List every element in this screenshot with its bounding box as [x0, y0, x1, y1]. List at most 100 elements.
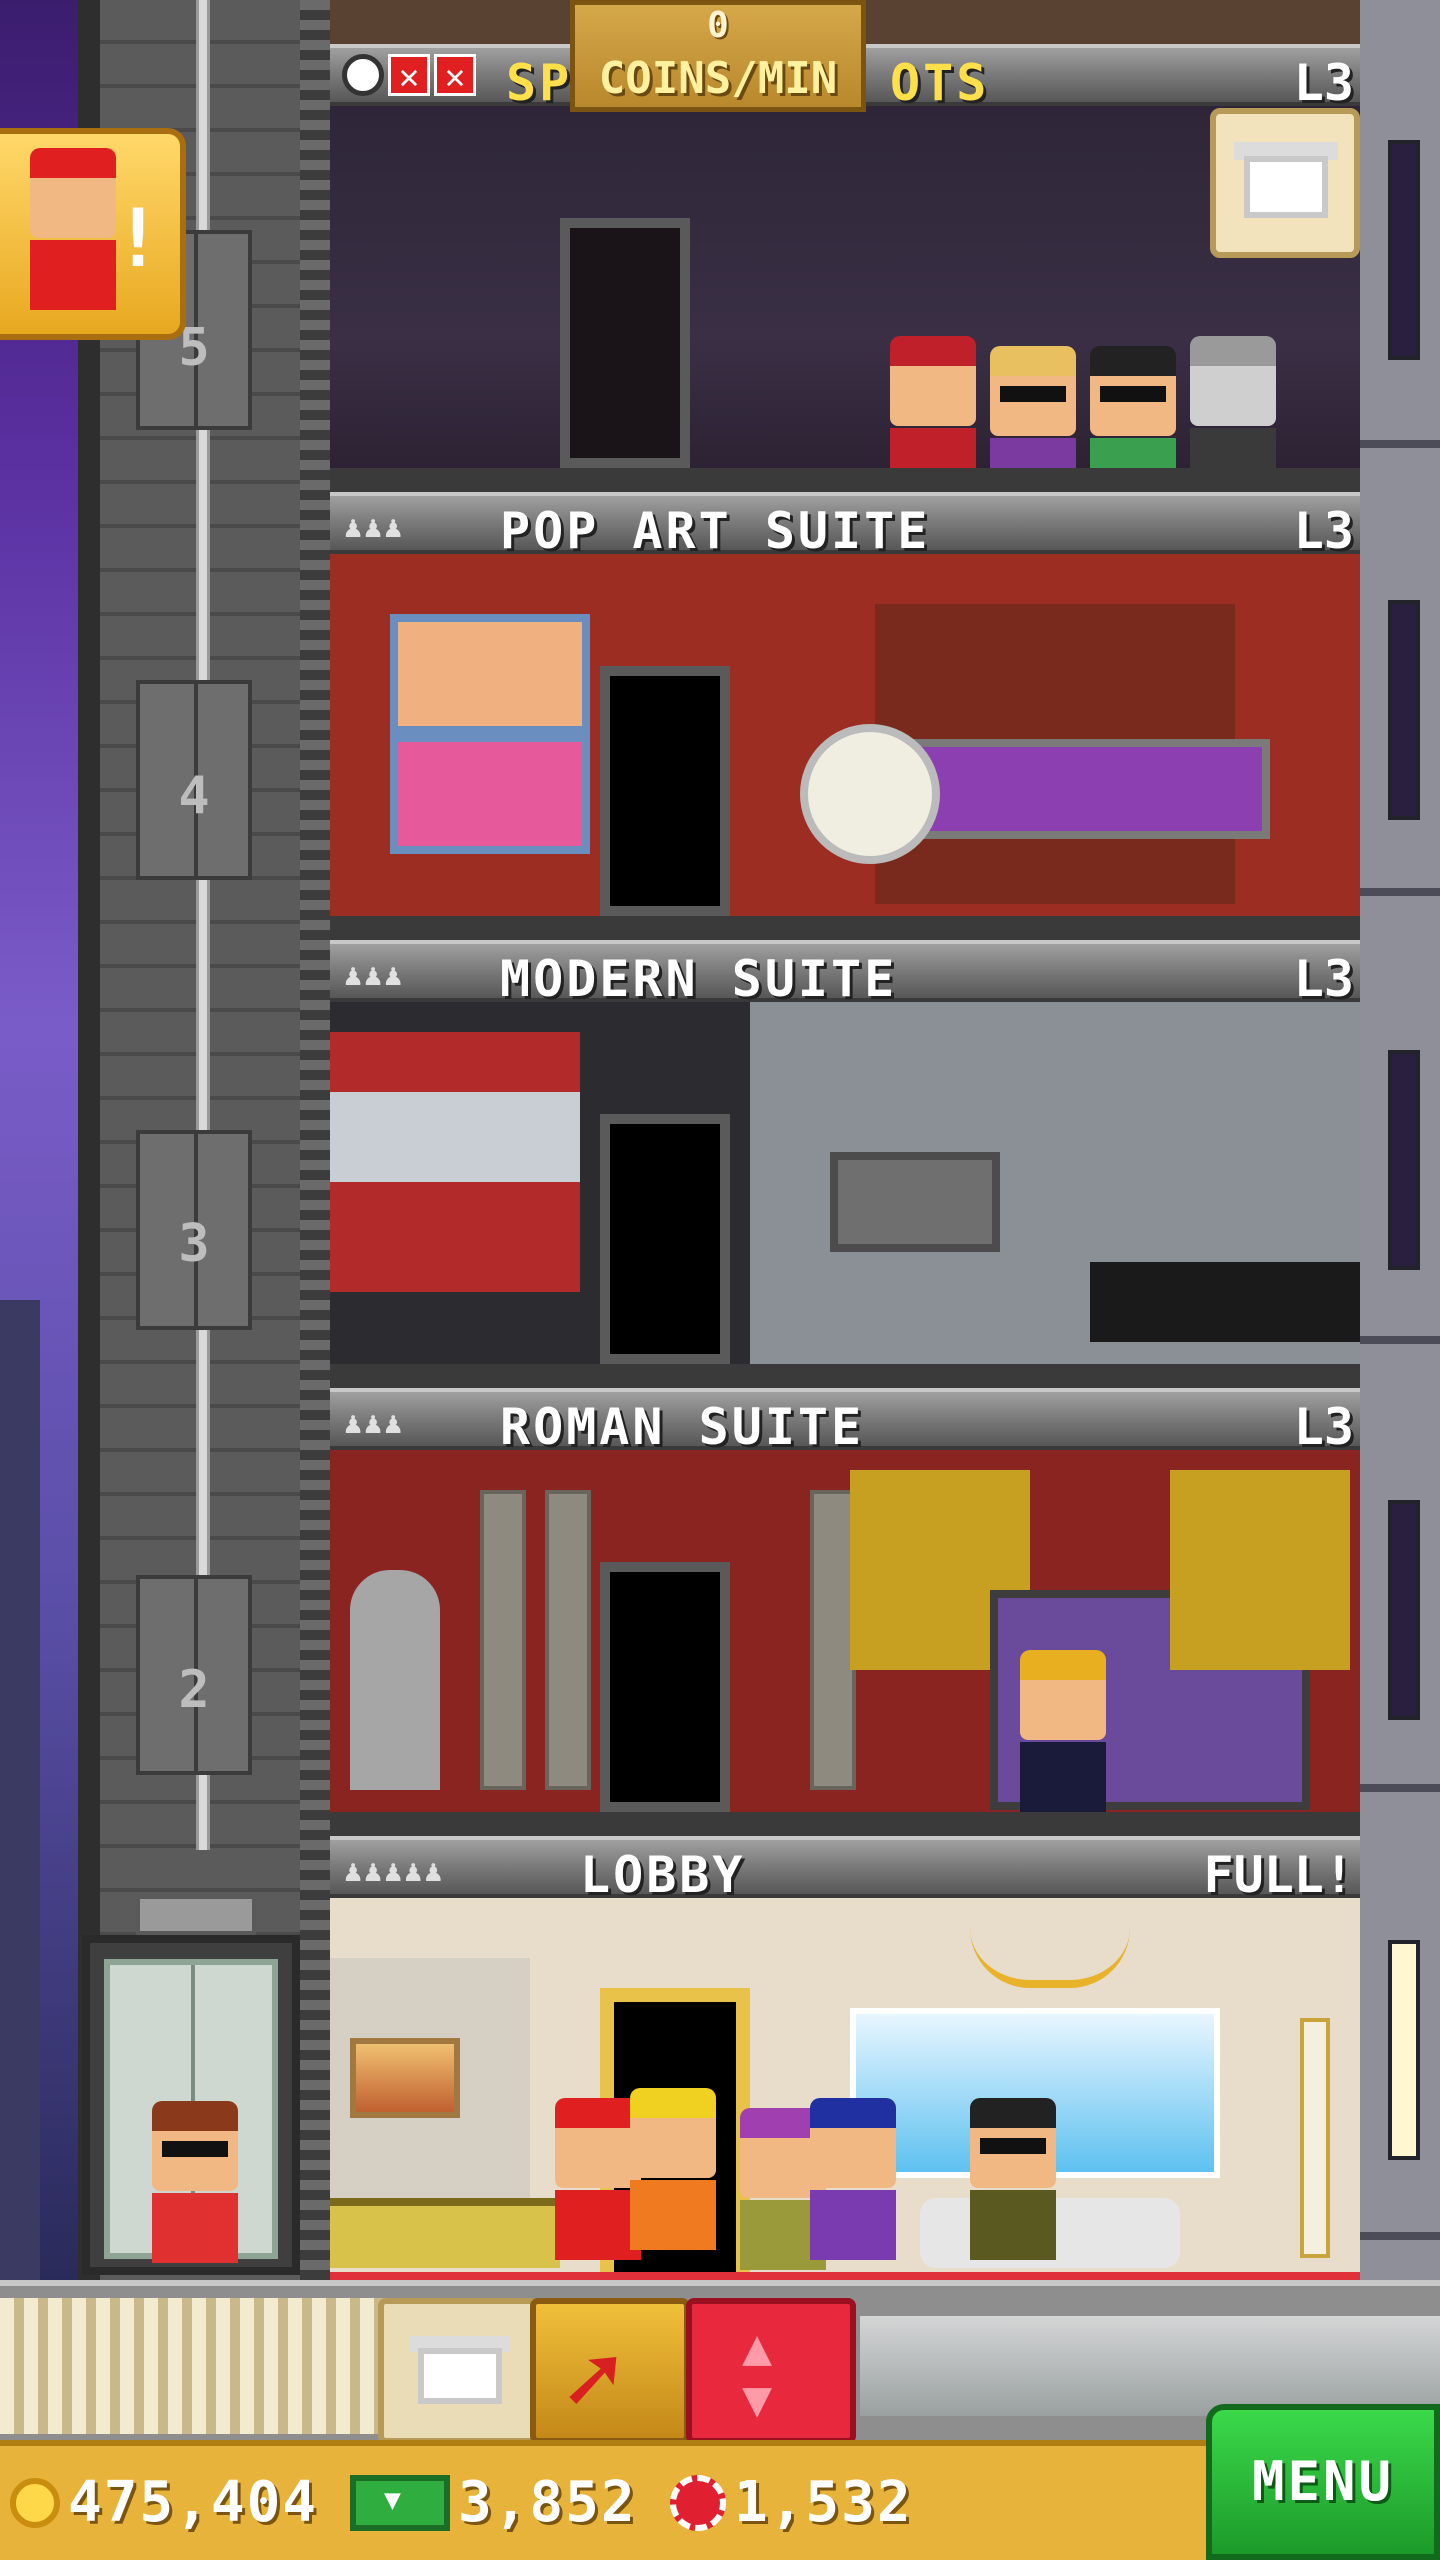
bellhop[interactable]: [555, 2098, 641, 2260]
visitor[interactable]: [630, 2088, 716, 2250]
floor-title-tail: OTS: [890, 54, 990, 112]
guest[interactable]: [1020, 1650, 1106, 1812]
side-window: [1388, 600, 1420, 820]
reception-desk: [330, 2198, 560, 2268]
floor-title: MODERN SUITE: [500, 950, 898, 1008]
x-icon: ✕: [388, 54, 430, 97]
side-window: [1388, 1050, 1420, 1270]
scroll-to-top-button[interactable]: ➚: [530, 2298, 690, 2444]
floor-room[interactable]: [330, 106, 1360, 492]
occupant-icons: ♟♟♟♟♟: [344, 1854, 445, 1889]
crate-icon: [418, 2348, 502, 2404]
bed: [1090, 1262, 1360, 1342]
floor-header: ♟♟♟ POP ART SUITE L3: [330, 492, 1360, 560]
floor-room[interactable]: [330, 1450, 1360, 1836]
room-door: [560, 218, 690, 468]
pop-art-portrait: [390, 734, 590, 854]
floor-level: L3: [1293, 54, 1354, 112]
elevator-car[interactable]: [82, 1935, 300, 2275]
floor-level: L3: [1293, 502, 1354, 560]
chips-stat[interactable]: 1,532: [670, 2470, 913, 2535]
sunset-picture: [350, 2038, 460, 2118]
coins-per-minute-count: 0: [707, 5, 729, 46]
floor-room[interactable]: [330, 1898, 1360, 2284]
room-door: [600, 666, 730, 916]
room-door: [600, 1114, 730, 1364]
floor-lobby[interactable]: ♟♟♟♟♟ LOBBY FULL!: [330, 1836, 1360, 2284]
floor-header: ♟♟♟♟♟ LOBBY FULL!: [330, 1836, 1360, 1904]
bux-value: 3,852: [458, 2470, 637, 2535]
room-door: [600, 1562, 730, 1812]
room-floor: [330, 468, 1360, 492]
glass-panel: [330, 1092, 580, 1182]
tower-bux-icon: [350, 2474, 450, 2531]
column: [480, 1490, 526, 1790]
chevron-up-icon: ▲: [742, 2318, 773, 2376]
elevator-control-button[interactable]: ▲ ▼: [686, 2298, 856, 2444]
occupant-icons: ♟♟♟: [344, 958, 405, 993]
x-icon: ✕: [434, 54, 476, 97]
floor-pop-art-suite[interactable]: ♟♟♟ POP ART SUITE L3: [330, 492, 1360, 940]
occupant-icons: ♟♟♟: [344, 510, 405, 545]
toolbar-ribbed-panel: [0, 2298, 390, 2434]
shaft-floor-number-4: 4: [178, 766, 210, 826]
chandelier: [970, 1918, 1130, 1988]
visitor[interactable]: [970, 2098, 1056, 2260]
occupant-icons: ♟♟♟: [344, 1406, 405, 1441]
background-building: [0, 1300, 40, 2280]
bellhop-icon: [30, 148, 116, 310]
floor-level: L3: [1293, 950, 1354, 1008]
pop-art-portrait: [390, 614, 590, 734]
red-arrow-icon: ➚: [564, 2324, 622, 2436]
coin-icon: [10, 2477, 60, 2528]
room-floor: [330, 1812, 1360, 1836]
floor-header: ♟♟♟ MODERN SUITE L3: [330, 940, 1360, 1008]
column: [545, 1490, 591, 1790]
floor-title: SP: [506, 54, 573, 112]
floor-modern-suite[interactable]: ♟♟♟ MODERN SUITE L3: [330, 940, 1360, 1388]
shaft-floor-number-2: 2: [178, 1660, 210, 1720]
marble-statue: [350, 1570, 440, 1790]
elevator-passenger[interactable]: [152, 2101, 238, 2263]
egg-chair: [800, 724, 940, 864]
coins-value: 475,404: [68, 2470, 319, 2535]
bux-stat[interactable]: 3,852: [350, 2470, 637, 2535]
side-window: [1388, 140, 1420, 360]
visitor[interactable]: [810, 2098, 896, 2260]
toolbar-rail: [860, 2316, 1440, 2416]
side-window: [1388, 1500, 1420, 1720]
floor-header: ♟♟♟ ROMAN SUITE L3: [330, 1388, 1360, 1456]
casino-chip-icon: [670, 2474, 726, 2531]
floor-title: LOBBY: [580, 1846, 746, 1904]
room-floor: [330, 916, 1360, 940]
chevron-down-icon: ▼: [742, 2370, 773, 2428]
side-window-lit: [1388, 1940, 1420, 2160]
coins-stat: 475,404: [10, 2470, 318, 2535]
chips-value: 1,532: [734, 2470, 913, 2535]
floor-roman-suite[interactable]: ♟♟♟ ROMAN SUITE L3: [330, 1388, 1360, 1836]
gold-curtain: [1170, 1470, 1350, 1670]
elevator-roof: [136, 1895, 256, 1935]
framed-artwork: [830, 1152, 1000, 1252]
stock-crate-button[interactable]: [1210, 108, 1360, 258]
floor-full-status: FULL!: [1203, 1846, 1354, 1904]
spa-status-icons: ✕ ✕: [342, 54, 476, 97]
floor-room[interactable]: [330, 1002, 1360, 1388]
alert-mark: !: [113, 192, 162, 285]
shaft-floor-number-3: 3: [178, 1214, 210, 1274]
floor-room[interactable]: [330, 554, 1360, 940]
room-floor: [330, 1364, 1360, 1388]
floor-level: L3: [1293, 1398, 1354, 1456]
floor-title: POP ART SUITE: [500, 502, 931, 560]
menu-button[interactable]: MENU: [1206, 2404, 1440, 2560]
coins-per-minute-label: COINS/MIN: [598, 53, 838, 104]
stock-crate-toolbar-button[interactable]: [378, 2298, 538, 2444]
crate-icon: [1244, 156, 1328, 218]
clock-icon: [342, 54, 384, 96]
floor-title: ROMAN SUITE: [500, 1398, 865, 1456]
coins-per-minute-banner[interactable]: 0 COINS/MIN: [570, 0, 866, 112]
floor-lamp: [1300, 2018, 1330, 2258]
shaft-edge: [300, 0, 330, 2280]
menu-label: MENU: [1251, 2450, 1395, 2513]
bellhop-notification-button[interactable]: !: [0, 128, 186, 340]
